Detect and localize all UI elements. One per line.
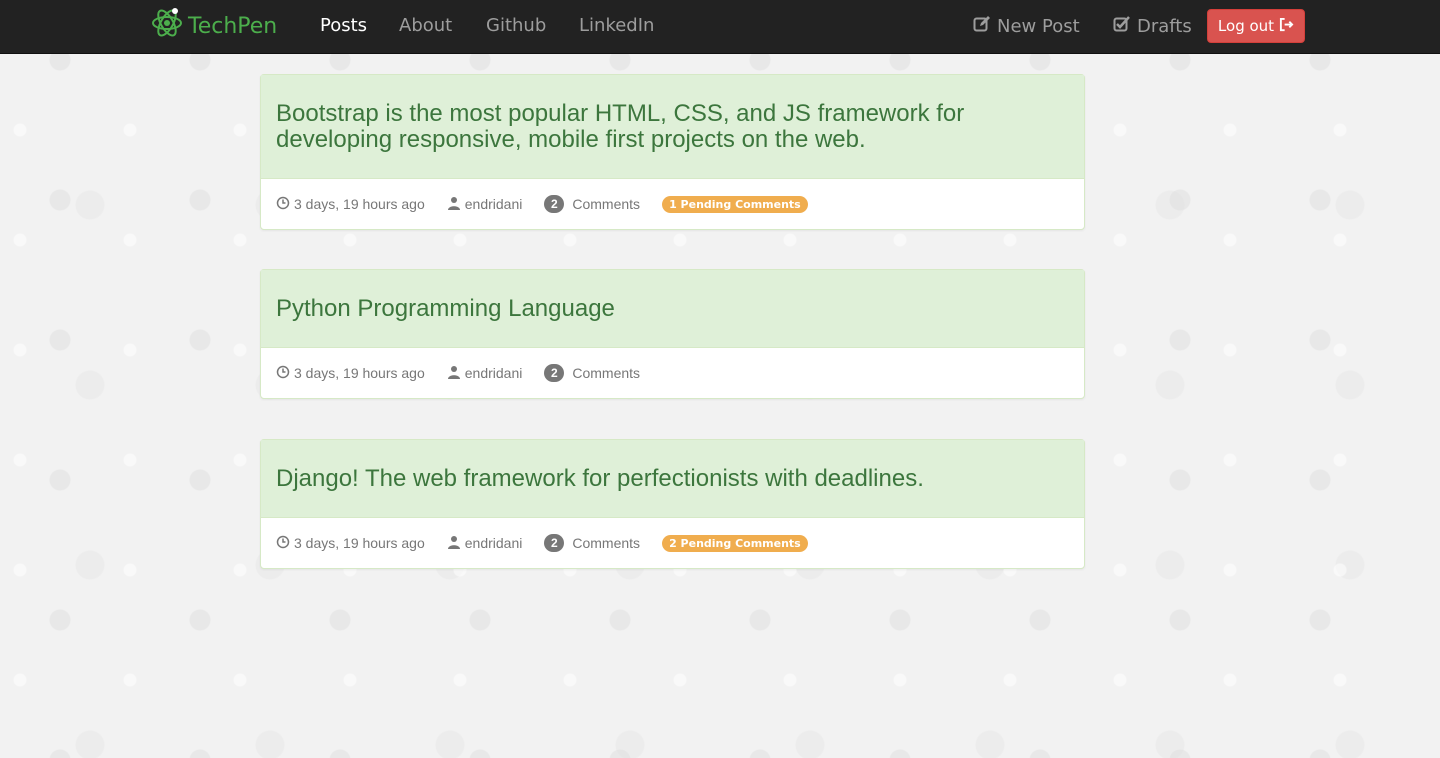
- pending-comments-badge[interactable]: 1 Pending Comments: [662, 195, 808, 213]
- post-comments[interactable]: 2 Comments: [544, 195, 640, 213]
- post-author[interactable]: endridani: [447, 196, 523, 213]
- nav-github[interactable]: Github: [486, 15, 546, 36]
- post-title[interactable]: Bootstrap is the most popular HTML, CSS,…: [276, 100, 1069, 153]
- comments-label: Comments: [572, 365, 641, 381]
- clock-icon: [276, 196, 290, 213]
- brand-name: TechPen: [188, 13, 278, 39]
- logout-label: Log out: [1217, 17, 1275, 35]
- post-author-name: endridani: [464, 535, 523, 551]
- nav-about[interactable]: About: [399, 15, 452, 36]
- comments-label: Comments: [572, 535, 641, 551]
- post-title[interactable]: Django! The web framework for perfection…: [276, 465, 924, 492]
- pending-comments-badge[interactable]: 2 Pending Comments: [662, 534, 808, 552]
- nav-posts[interactable]: Posts: [320, 15, 367, 36]
- comment-count-badge: 2: [544, 534, 565, 552]
- comments-label: Comments: [572, 196, 641, 212]
- post-title[interactable]: Python Programming Language: [276, 295, 615, 322]
- post-time: 3 days, 19 hours ago: [276, 535, 425, 552]
- user-icon: [447, 365, 461, 382]
- post-card: Python Programming Language 3 days, 19 h…: [260, 269, 1085, 399]
- user-icon: [447, 535, 461, 552]
- brand-logo[interactable]: TechPen: [150, 8, 277, 44]
- drafts-label: Drafts: [1137, 16, 1192, 37]
- post-title-panel[interactable]: Python Programming Language: [261, 270, 1084, 348]
- edit-icon: [973, 15, 991, 38]
- post-time-text: 3 days, 19 hours ago: [294, 196, 425, 212]
- post-card: Django! The web framework for perfection…: [260, 439, 1085, 569]
- post-comments[interactable]: 2 Comments: [544, 364, 640, 382]
- post-author-name: endridani: [464, 365, 523, 381]
- post-meta: 3 days, 19 hours ago endridani 2 Comment…: [261, 348, 1084, 398]
- post-comments[interactable]: 2 Comments: [544, 534, 640, 552]
- post-time-text: 3 days, 19 hours ago: [294, 535, 425, 551]
- post-title-panel[interactable]: Bootstrap is the most popular HTML, CSS,…: [261, 75, 1084, 179]
- post-time-text: 3 days, 19 hours ago: [294, 365, 425, 381]
- post-author[interactable]: endridani: [447, 535, 523, 552]
- nav-linkedin[interactable]: LinkedIn: [579, 15, 654, 36]
- atom-icon: [150, 6, 184, 46]
- post-meta: 3 days, 19 hours ago endridani 2 Comment…: [261, 179, 1084, 229]
- check-square-icon: [1113, 15, 1131, 38]
- navbar: TechPen Posts About Github LinkedIn New …: [0, 0, 1440, 54]
- comment-count-badge: 2: [544, 195, 565, 213]
- post-card: Bootstrap is the most popular HTML, CSS,…: [260, 74, 1085, 230]
- sign-out-icon: [1279, 17, 1294, 36]
- clock-icon: [276, 365, 290, 382]
- comment-count-badge: 2: [544, 364, 565, 382]
- drafts-link[interactable]: Drafts: [1113, 15, 1192, 38]
- post-time: 3 days, 19 hours ago: [276, 365, 425, 382]
- post-meta: 3 days, 19 hours ago endridani 2 Comment…: [261, 518, 1084, 568]
- user-icon: [447, 196, 461, 213]
- new-post-link[interactable]: New Post: [973, 15, 1080, 38]
- logout-button[interactable]: Log out: [1207, 9, 1305, 43]
- post-title-panel[interactable]: Django! The web framework for perfection…: [261, 440, 1084, 518]
- post-time: 3 days, 19 hours ago: [276, 196, 425, 213]
- clock-icon: [276, 535, 290, 552]
- post-author[interactable]: endridani: [447, 365, 523, 382]
- new-post-label: New Post: [997, 16, 1080, 37]
- post-author-name: endridani: [464, 196, 523, 212]
